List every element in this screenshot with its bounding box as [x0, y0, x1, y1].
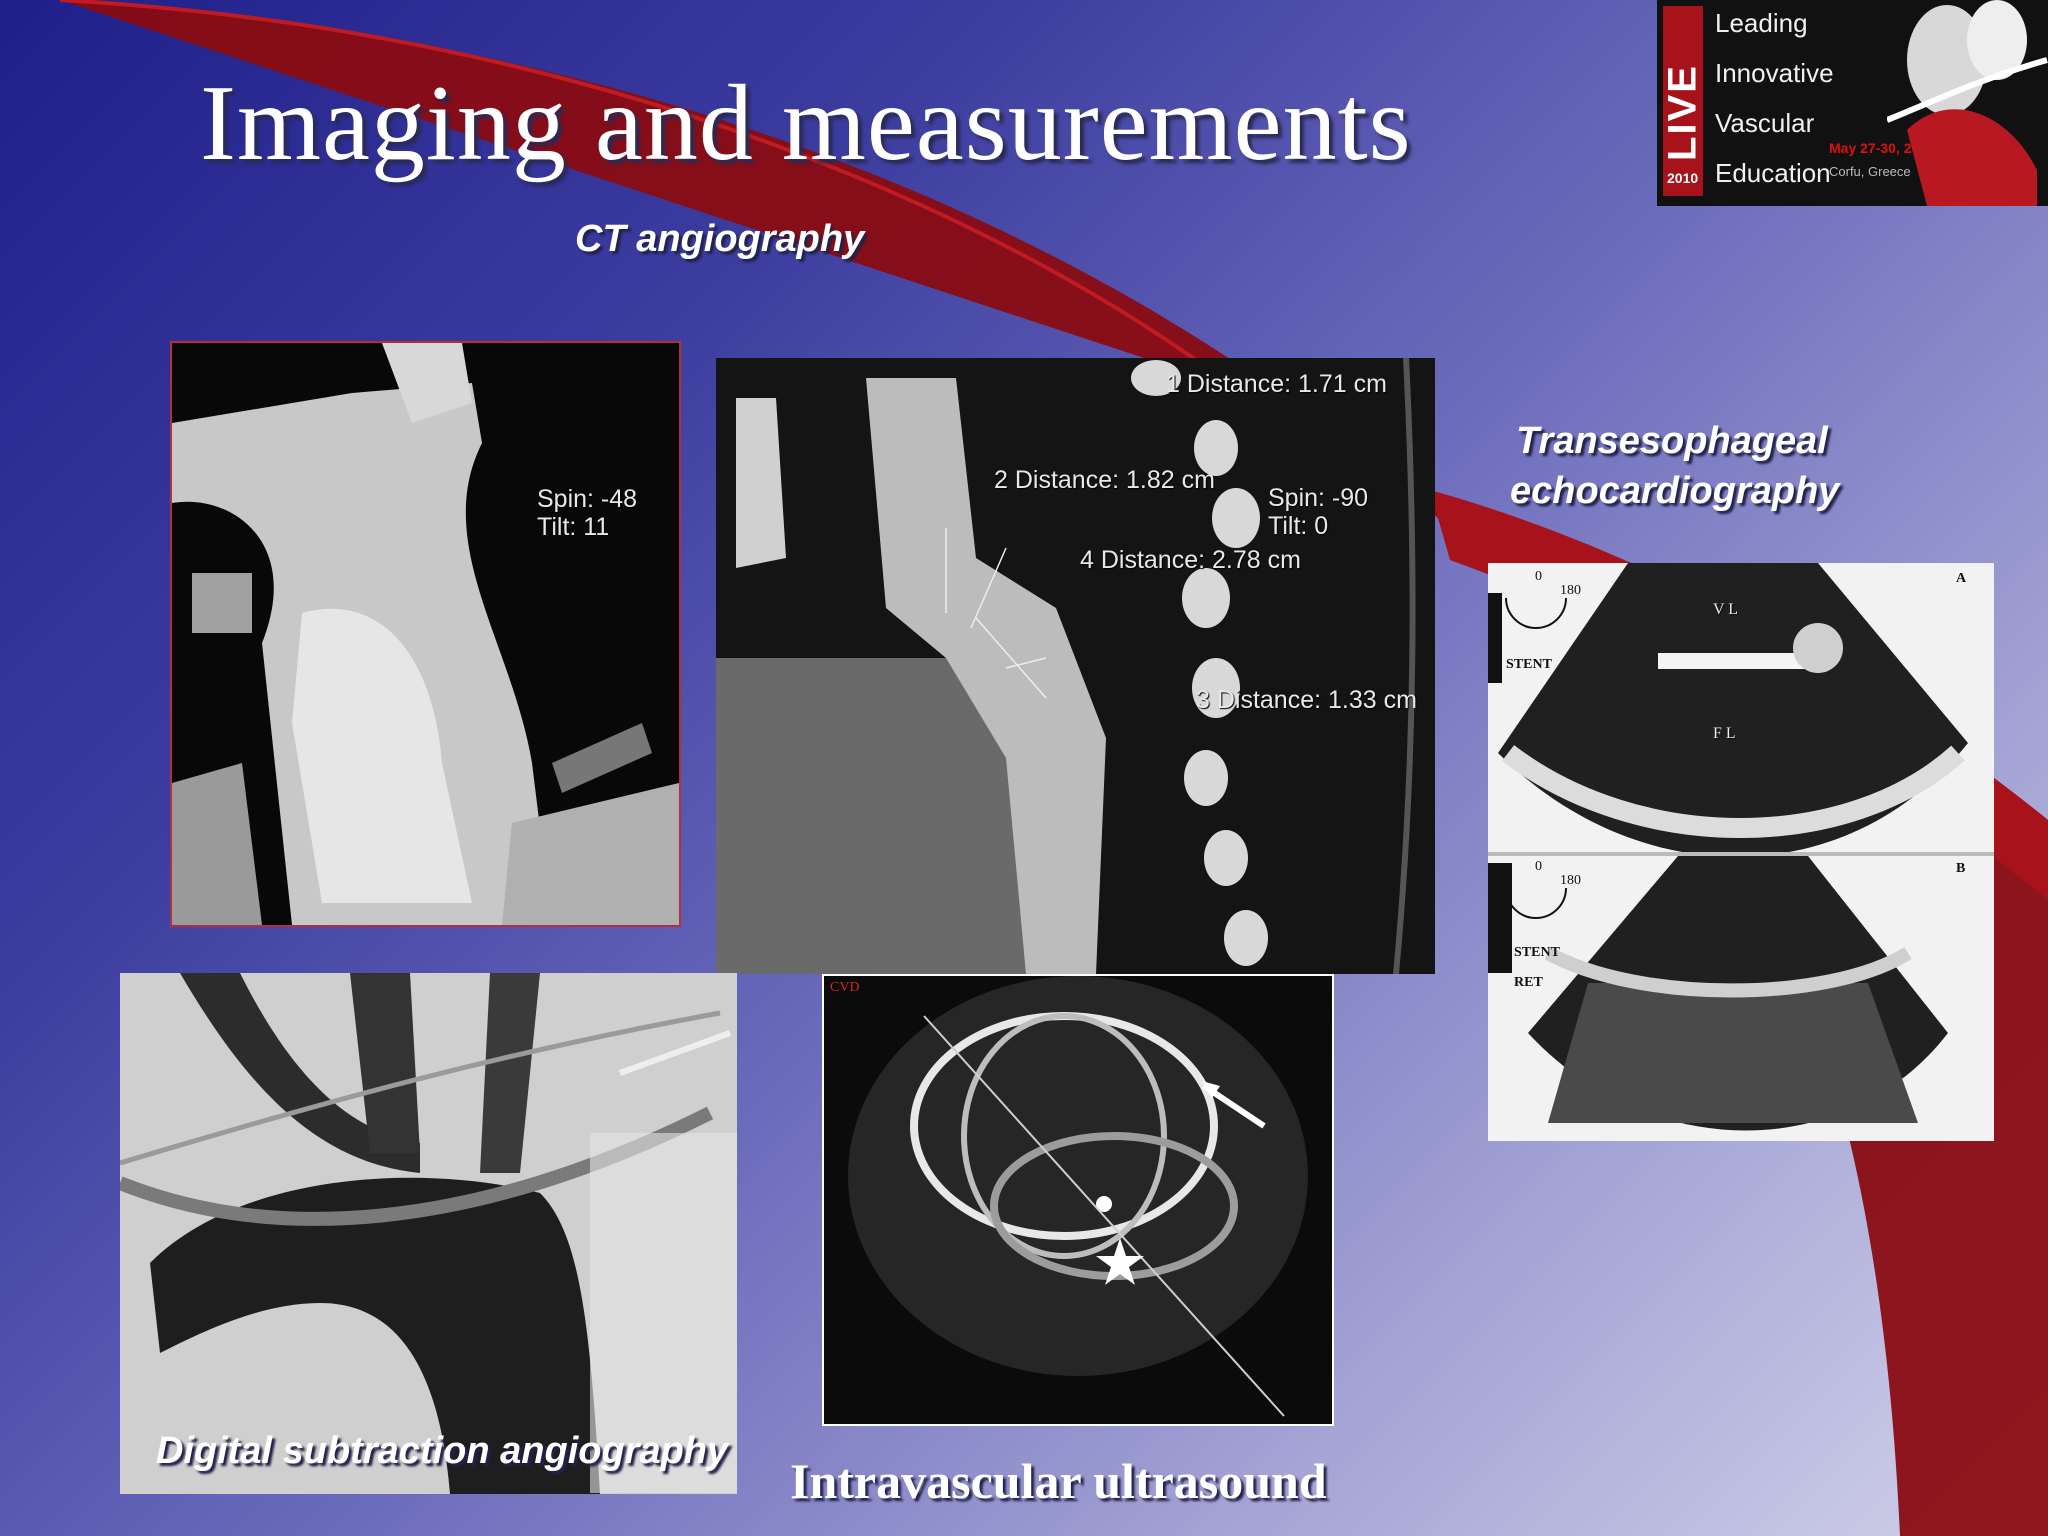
caption-ct-angiography: CT angiography	[575, 218, 865, 260]
conference-logo: LIVE 2010 Leading Innovative Vascular Ed…	[1657, 0, 2048, 206]
ct-mpr-image: 1 Distance: 1.71 cm 2 Distance: 1.82 cm …	[716, 358, 1435, 974]
logo-line: Education	[1715, 158, 1831, 188]
ct-right-distance-3: 3 Distance: 1.33 cm	[1196, 686, 1417, 714]
slide: Imaging and measurements CT angiography …	[0, 0, 2048, 1536]
logo-line: Vascular	[1715, 108, 1815, 138]
dsa-image	[120, 973, 737, 1494]
ivus-image: CVD	[822, 974, 1334, 1426]
ct-3d-image: Spin: -48 Tilt: 11	[170, 341, 681, 927]
tee-a-stent-label: STENT	[1506, 657, 1552, 672]
tee-image: 0 180 STENT A V L F L 0 180 STENT RET B	[1488, 563, 1994, 1141]
logo-figure-image	[1887, 0, 2048, 206]
tee-b-angle-180: 180	[1560, 873, 1581, 888]
tee-fl-label: F L	[1713, 725, 1736, 742]
logo-live-mark: LIVE	[1661, 6, 1705, 196]
logo-line: Innovative	[1715, 58, 1834, 88]
caption-dsa: Digital subtraction angiography	[156, 1430, 729, 1472]
tee-a-angle-0: 0	[1535, 569, 1542, 584]
slide-title: Imaging and measurements	[200, 64, 1412, 183]
tee-b-stent-label: STENT	[1514, 945, 1560, 960]
ct-right-distance-1: 1 Distance: 1.71 cm	[1166, 370, 1387, 398]
tee-b-ret-label: RET	[1514, 975, 1543, 990]
tee-b-angle-0: 0	[1535, 859, 1542, 874]
logo-line: Leading	[1715, 8, 1808, 38]
tee-vl-label: V L	[1713, 601, 1739, 618]
ivus-tag: CVD	[830, 980, 860, 995]
caption-tee-line1: Transesophageal	[1516, 420, 1828, 462]
tee-panel-b-label: B	[1956, 861, 1966, 876]
tee-a-angle-180: 180	[1560, 583, 1581, 598]
ct-right-tilt: Tilt: 0	[1268, 512, 1329, 540]
logo-year: 2010	[1667, 170, 1699, 186]
tee-panel-a-label: A	[1956, 571, 1967, 586]
caption-ivus: Intravascular ultrasound	[790, 1453, 1327, 1509]
ct-right-distance-2: 2 Distance: 1.82 cm	[994, 466, 1215, 494]
ct-right-spin: Spin: -90	[1268, 484, 1369, 512]
caption-tee-line2: echocardiography	[1510, 470, 1840, 512]
ct-left-spin: Spin: -48	[537, 485, 638, 513]
ct-left-tilt: Tilt: 11	[537, 513, 610, 541]
ct-right-distance-4: 4 Distance: 2.78 cm	[1080, 546, 1301, 574]
